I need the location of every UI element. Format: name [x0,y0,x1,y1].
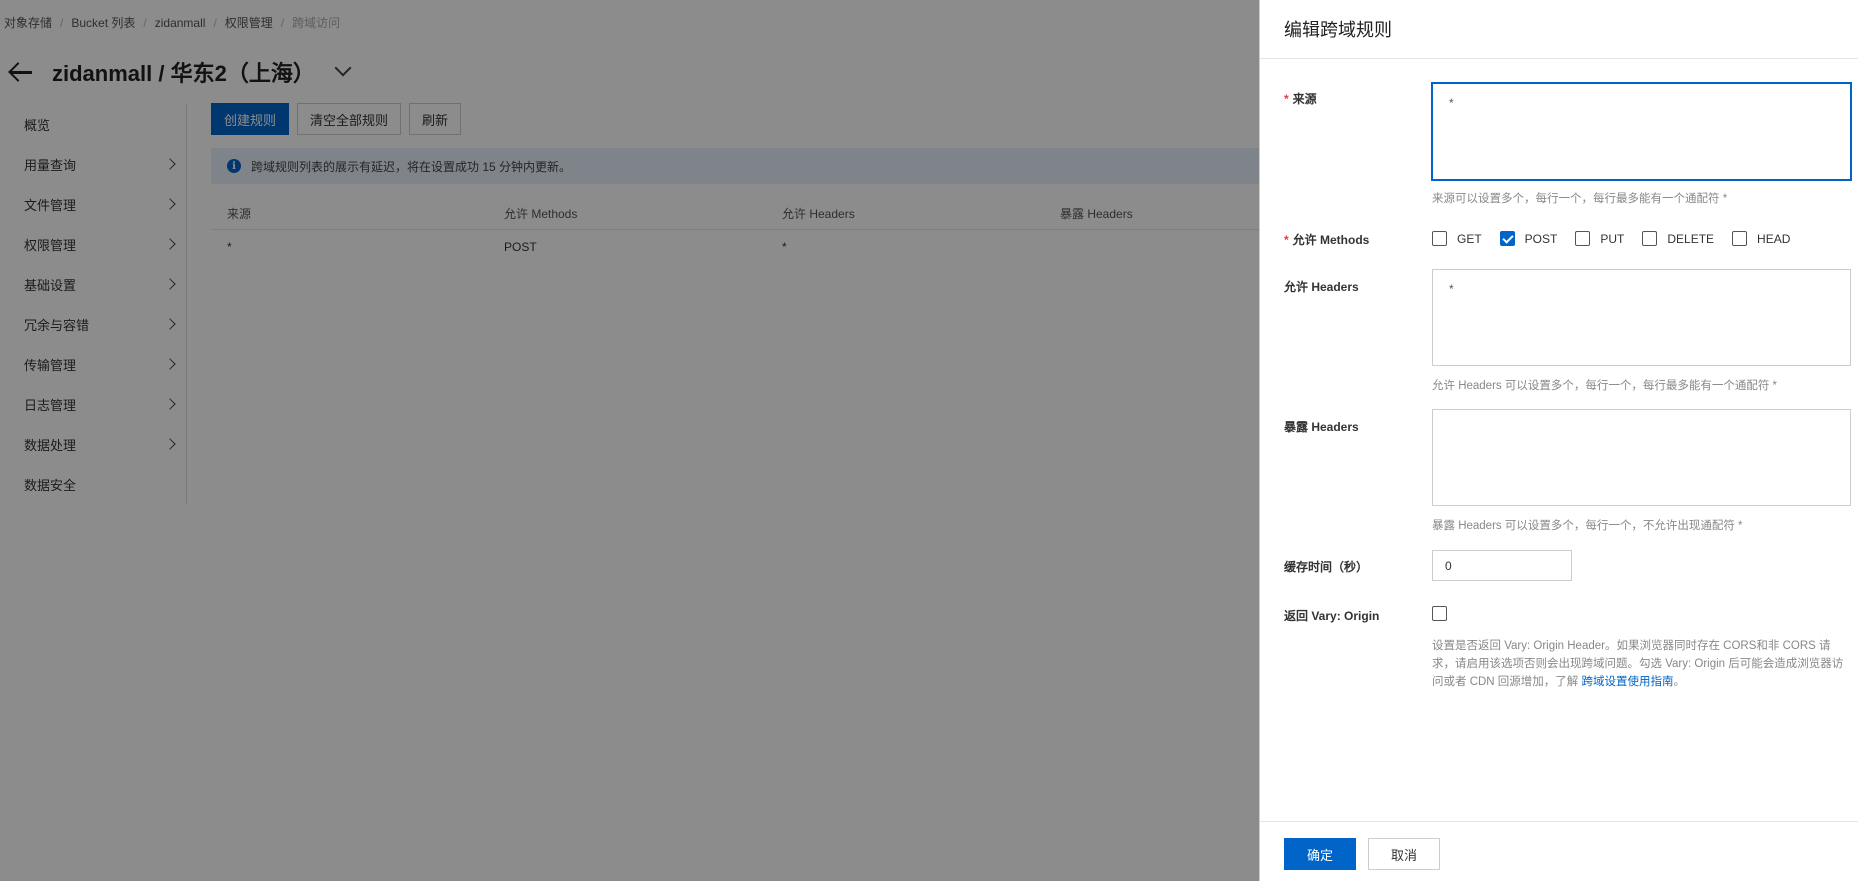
origin-label-text: 来源 [1292,92,1317,106]
checkbox-label: PUT [1600,231,1625,246]
confirm-button[interactable]: 确定 [1284,838,1357,870]
expose-headers-help: 暴露 Headers 可以设置多个，每行一个，不允许出现通配符 * [1432,520,1743,532]
edit-cors-drawer: 编辑跨域规则 * 来源 * 来源可以设置多个，每行一个，每行最多能有一个通配符 *… [1259,0,1858,881]
drawer-header: 编辑跨域规则 [1260,0,1858,59]
vary-origin-label: 返回 Vary: Origin [1284,609,1380,623]
methods-label-text: 允许 Methods [1292,233,1370,247]
checkbox-box[interactable] [1432,231,1447,246]
checkbox-label: POST [1524,231,1558,246]
vary-origin-help: 设置是否返回 Vary: Origin Header。如果浏览器同时存在 COR… [1432,637,1852,691]
methods-label: * 允许 Methods [1284,231,1369,248]
cancel-button[interactable]: 取消 [1368,838,1441,870]
checkbox-label: GET [1457,231,1482,246]
vary-help-tail: 。 [1673,676,1686,688]
expose-headers-textarea[interactable] [1432,409,1851,506]
method-head-checkbox[interactable]: HEAD [1732,231,1790,246]
checkbox-box[interactable] [1575,231,1591,246]
checkbox-box[interactable] [1642,231,1658,246]
method-put-checkbox[interactable]: PUT [1575,231,1624,246]
allow-headers-textarea[interactable]: * [1432,269,1851,366]
origin-label: * 来源 [1284,90,1317,107]
required-mark: * [1284,233,1289,247]
cache-seconds-input[interactable] [1432,550,1572,581]
origin-textarea[interactable]: * [1432,83,1851,180]
allow-headers-help: 允许 Headers 可以设置多个，每行一个，每行最多能有一个通配符 * [1432,380,1778,392]
methods-checkbox-group: GET POST PUT DELETE HEAD [1432,231,1808,246]
checkbox-box[interactable] [1432,606,1447,621]
cache-label: 缓存时间（秒） [1284,560,1369,574]
method-delete-checkbox[interactable]: DELETE [1642,231,1714,246]
vary-origin-checkbox[interactable] [1432,606,1457,621]
method-post-checkbox[interactable]: POST [1499,231,1558,246]
drawer-title: 编辑跨域规则 [1284,20,1392,40]
checkbox-checked-icon[interactable] [1499,231,1515,246]
checkbox-label: DELETE [1667,231,1715,246]
checkbox-box[interactable] [1732,231,1748,246]
allow-headers-label: 允许 Headers [1284,280,1359,294]
cors-guide-link[interactable]: 跨域设置使用指南 [1582,676,1674,688]
footer-buttons: 确定 取消 [1284,838,1441,870]
drawer-footer: 确定 取消 [1260,821,1858,881]
checkbox-label: HEAD [1757,231,1791,246]
required-mark: * [1284,92,1289,106]
expose-headers-label: 暴露 Headers [1284,420,1359,434]
method-get-checkbox[interactable]: GET [1432,231,1482,246]
origin-help: 来源可以设置多个，每行一个，每行最多能有一个通配符 * [1432,193,1728,205]
